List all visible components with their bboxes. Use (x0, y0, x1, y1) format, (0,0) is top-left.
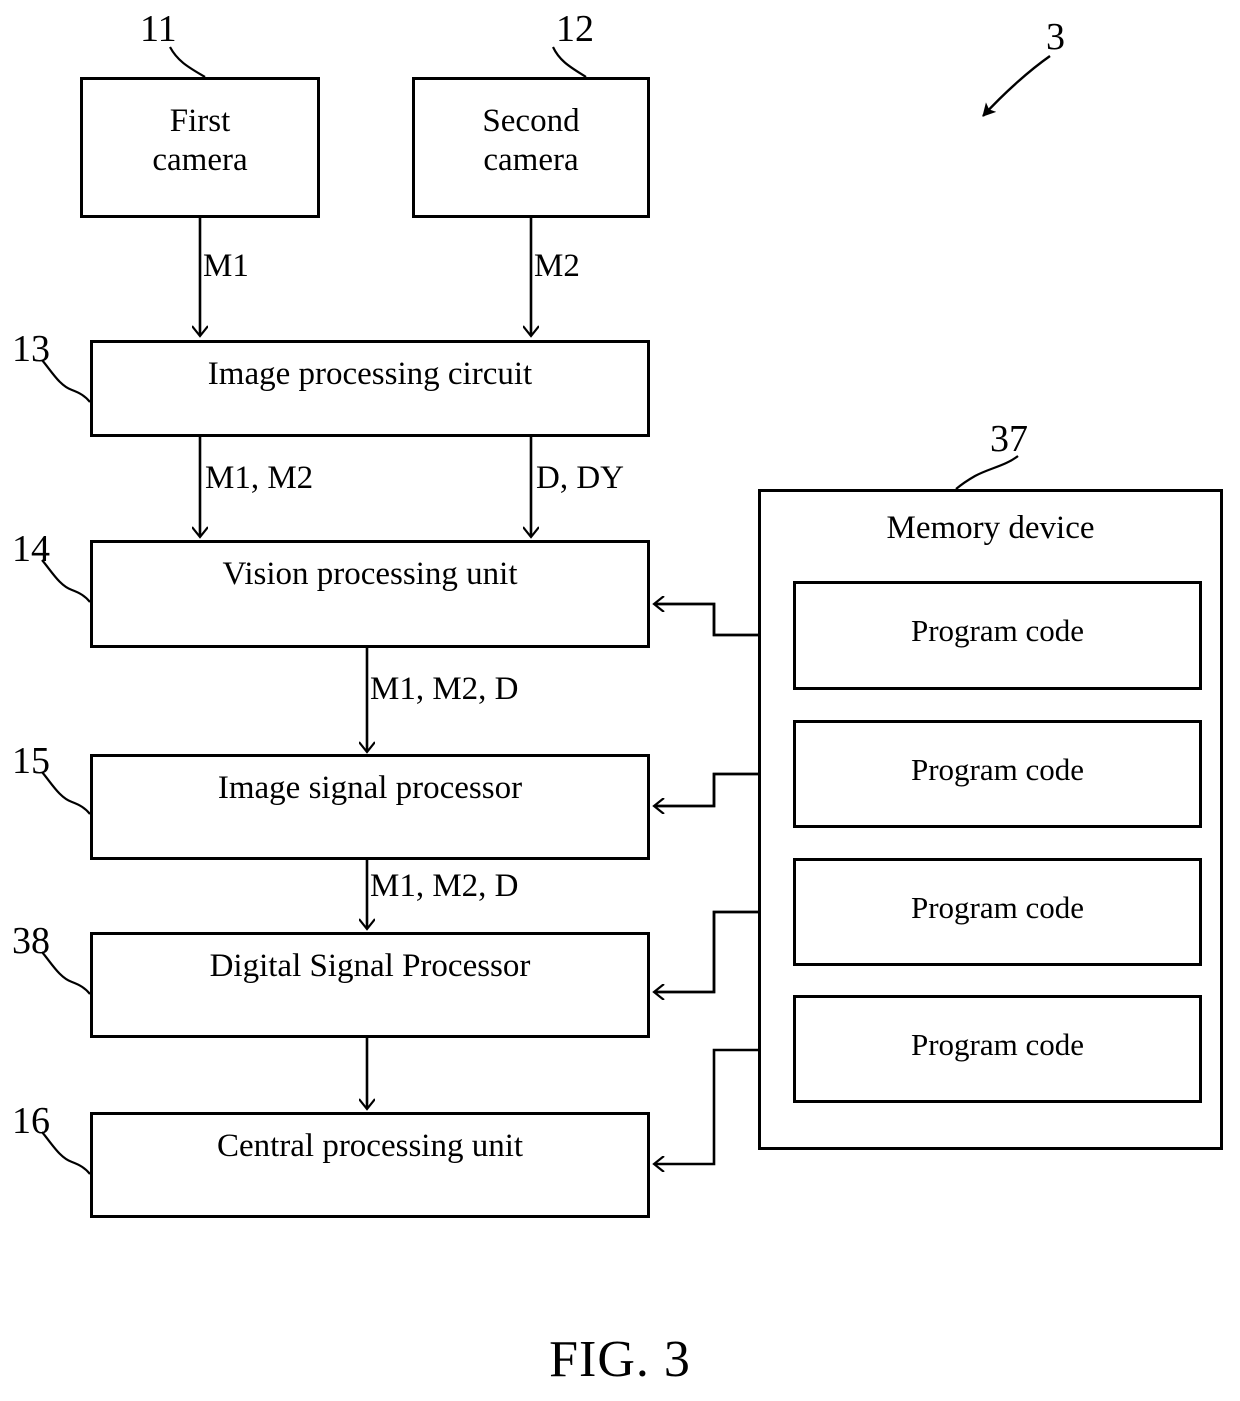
ref-numeral-11: 11 (140, 8, 177, 50)
node-central-processing-unit[interactable]: Central processing unit (90, 1112, 650, 1218)
node-program-code-3[interactable]: Program code (793, 858, 1202, 966)
leader-line-11 (169, 46, 206, 78)
ref-numeral-14: 14 (12, 528, 50, 570)
node-first-camera[interactable]: First camera (80, 77, 320, 218)
patent-figure-3: First camera Second camera Image process… (0, 0, 1240, 1401)
node-digital-signal-processor[interactable]: Digital Signal Processor (90, 932, 650, 1038)
edge-label-m2: M2 (534, 248, 580, 284)
node-image-processing-circuit-label: Image processing circuit (207, 356, 533, 392)
node-image-processing-circuit[interactable]: Image processing circuit (90, 340, 650, 437)
ref-numeral-38: 38 (12, 920, 50, 962)
ref-numeral-37: 37 (990, 418, 1028, 460)
node-program-code-2[interactable]: Program code (793, 720, 1202, 828)
leader-line-system-3 (982, 55, 1051, 117)
node-program-code-1[interactable]: Program code (793, 581, 1202, 690)
edge-label-d-dy: D, DY (536, 460, 624, 496)
edge-label-m1-m2-d-upper: M1, M2, D (370, 671, 519, 707)
ref-numeral-15: 15 (12, 740, 50, 782)
node-second-camera-label: Second camera (482, 103, 580, 178)
program-code-4-label: Program code (910, 1027, 1085, 1062)
node-image-signal-processor-label: Image signal processor (217, 770, 523, 806)
leader-line-12 (552, 46, 587, 78)
edge-label-m1: M1 (203, 248, 249, 284)
ref-numeral-16: 16 (12, 1100, 50, 1142)
node-digital-signal-processor-label: Digital Signal Processor (209, 948, 531, 984)
node-second-camera[interactable]: Second camera (412, 77, 650, 218)
ref-numeral-12: 12 (556, 8, 594, 50)
program-code-2-label: Program code (910, 752, 1085, 787)
program-code-3-label: Program code (910, 890, 1085, 925)
node-first-camera-label: First camera (152, 103, 248, 178)
node-central-processing-unit-label: Central processing unit (216, 1128, 524, 1164)
edge-label-m1-m2-d-lower: M1, M2, D (370, 868, 519, 904)
node-vision-processing-unit-label: Vision processing unit (222, 556, 518, 592)
leader-line-37 (955, 455, 1019, 490)
node-vision-processing-unit[interactable]: Vision processing unit (90, 540, 650, 648)
memory-device-title: Memory device (886, 510, 1095, 546)
figure-caption: FIG. 3 (549, 1331, 691, 1388)
edge-label-m1-m2: M1, M2 (205, 460, 314, 496)
program-code-1-label: Program code (910, 613, 1085, 648)
ref-numeral-13: 13 (12, 328, 50, 370)
ref-numeral-system-3: 3 (1046, 16, 1065, 58)
node-image-signal-processor[interactable]: Image signal processor (90, 754, 650, 860)
node-program-code-4[interactable]: Program code (793, 995, 1202, 1103)
